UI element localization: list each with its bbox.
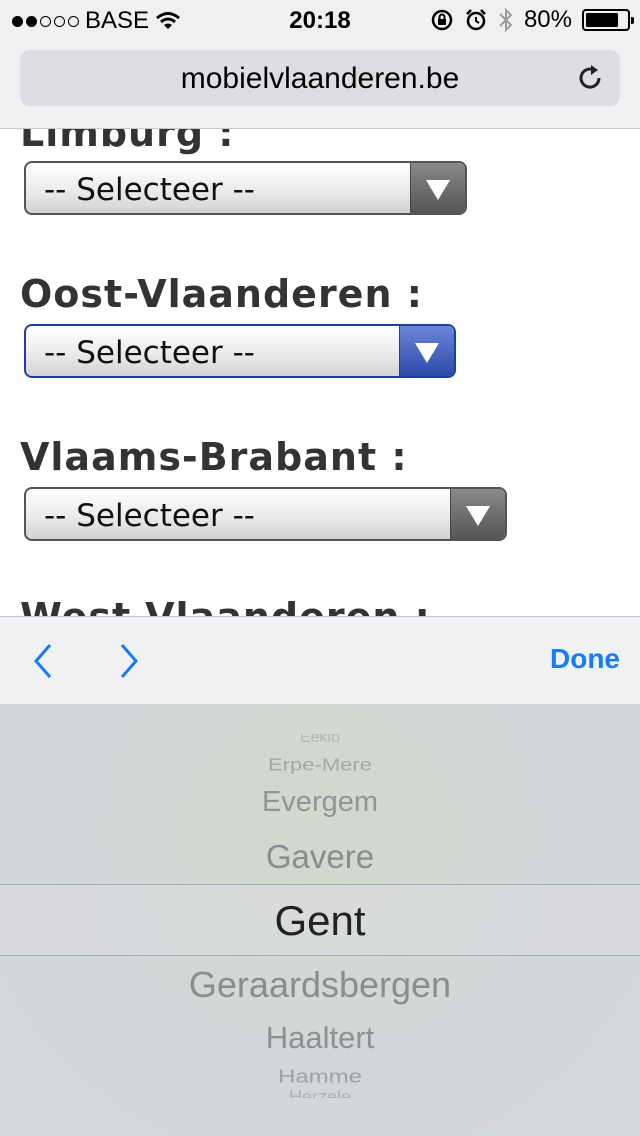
reload-icon[interactable] bbox=[574, 62, 606, 94]
battery-icon bbox=[582, 9, 634, 31]
form-accessory-bar: Done bbox=[0, 616, 640, 704]
picker-item[interactable]: Hamme bbox=[0, 1067, 640, 1088]
bluetooth-icon bbox=[499, 7, 513, 33]
picker-wheel[interactable]: Eeklo Erpe-Mere Evergem Gavere Gent Gera… bbox=[0, 704, 640, 1136]
picker-item[interactable]: Geraardsbergen bbox=[0, 964, 640, 1006]
select-limburg[interactable]: -- Selecteer -- bbox=[24, 161, 467, 215]
field-label-vlaams-brabant: Vlaams-Brabant : bbox=[20, 435, 408, 479]
alarm-icon bbox=[466, 9, 486, 31]
picker-item-selected[interactable]: Gent bbox=[0, 897, 640, 945]
field-label-limburg: Limburg : bbox=[20, 129, 235, 155]
picker-item[interactable]: Gavere bbox=[0, 838, 640, 876]
select-value: -- Selecteer -- bbox=[44, 498, 255, 534]
select-vlaams-brabant[interactable]: -- Selecteer -- bbox=[24, 487, 507, 541]
address-bar[interactable]: mobielvlaanderen.be bbox=[20, 50, 620, 106]
status-bar: BASE 20:18 80% bbox=[0, 0, 640, 40]
status-right: 80% bbox=[430, 6, 634, 34]
select-value: -- Selecteer -- bbox=[44, 335, 255, 371]
rotation-lock-icon bbox=[431, 9, 453, 31]
browser-toolbar: mobielvlaanderen.be bbox=[0, 40, 640, 129]
picker-item[interactable]: Herzele bbox=[0, 1090, 640, 1098]
select-value: -- Selecteer -- bbox=[44, 172, 255, 208]
battery-percent: 80% bbox=[523, 6, 572, 33]
field-label-oost-vlaanderen: Oost-Vlaanderen : bbox=[20, 272, 423, 316]
dropdown-arrow-icon bbox=[410, 163, 465, 213]
dropdown-arrow-icon bbox=[450, 489, 505, 539]
url-text[interactable]: mobielvlaanderen.be bbox=[20, 62, 620, 96]
picker-item[interactable]: Eeklo bbox=[0, 734, 640, 746]
picker-item[interactable]: Erpe-Mere bbox=[0, 755, 640, 776]
done-button[interactable]: Done bbox=[550, 643, 620, 675]
picker-item[interactable]: Haaltert bbox=[0, 1020, 640, 1056]
dropdown-arrow-icon bbox=[399, 326, 454, 376]
select-oost-vlaanderen[interactable]: -- Selecteer -- bbox=[24, 324, 456, 378]
field-label-west-vlaanderen: West-Vlaanderen : bbox=[20, 595, 431, 616]
picker-item[interactable]: Evergem bbox=[0, 786, 640, 819]
previous-field-chevron-icon[interactable] bbox=[22, 639, 66, 683]
next-field-chevron-icon[interactable] bbox=[106, 639, 150, 683]
web-page: Limburg : -- Selecteer -- Oost-Vlaandere… bbox=[0, 129, 640, 616]
